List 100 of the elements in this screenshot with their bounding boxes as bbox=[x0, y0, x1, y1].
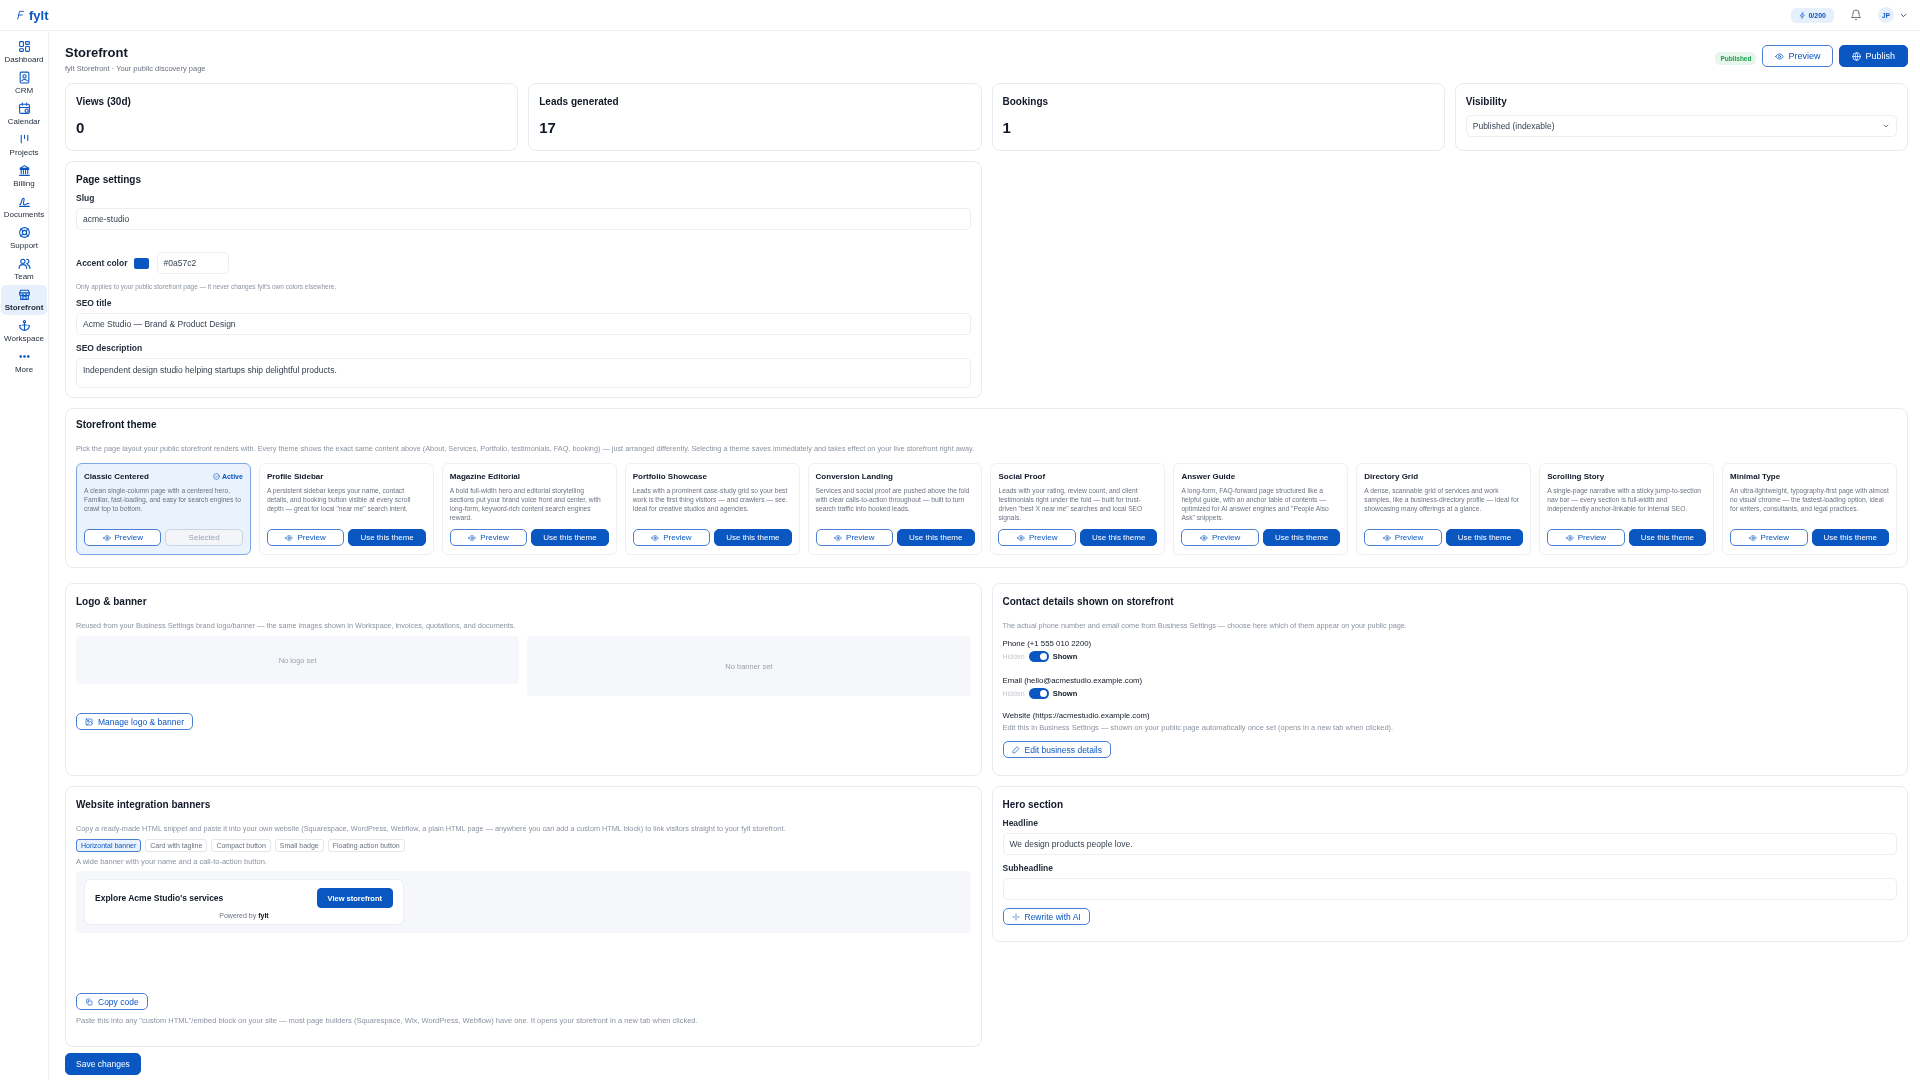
text-field[interactable]: Acme Studio — Brand & Product Design bbox=[76, 313, 971, 335]
eye-icon bbox=[1382, 533, 1391, 542]
logo[interactable]: fylt bbox=[15, 7, 49, 23]
banner-heading: Explore Acme Studio's services bbox=[95, 893, 224, 903]
notifications-button[interactable] bbox=[1850, 9, 1862, 21]
eye-icon bbox=[102, 533, 111, 542]
preview-button[interactable]: Preview bbox=[998, 529, 1076, 546]
eye-icon bbox=[1748, 533, 1757, 542]
preview-button[interactable]: Preview bbox=[84, 529, 162, 546]
use-theme-button[interactable]: Use this theme bbox=[1262, 529, 1341, 546]
manage-logo-button[interactable]: Manage logo & banner bbox=[76, 713, 193, 730]
preview-button[interactable]: Preview bbox=[1730, 529, 1808, 546]
sidebar-item[interactable]: Dashboard bbox=[1, 37, 47, 67]
stat-value: 17 bbox=[539, 119, 557, 136]
image-icon bbox=[85, 717, 93, 726]
save-changes-button[interactable]: Save changes bbox=[65, 1053, 141, 1075]
pencil-icon bbox=[1011, 745, 1020, 754]
use-theme-button[interactable]: Use this theme bbox=[1811, 529, 1889, 546]
anchor-icon bbox=[17, 319, 31, 332]
preview-button[interactable]: Preview bbox=[632, 529, 711, 546]
copy-code-button[interactable]: Copy code bbox=[76, 993, 148, 1010]
eye-icon bbox=[651, 533, 660, 542]
theme-name: Profile Sidebar bbox=[266, 472, 324, 481]
preview-button[interactable]: Preview bbox=[1181, 529, 1259, 546]
eye-icon bbox=[468, 533, 477, 542]
preview-button[interactable]: Preview bbox=[1547, 529, 1625, 546]
store-icon bbox=[17, 288, 31, 301]
sidebar-item[interactable]: Support bbox=[1, 223, 47, 253]
bank-icon bbox=[17, 164, 31, 177]
page-title: Storefront bbox=[65, 45, 129, 60]
theme-name: Classic Centered bbox=[84, 472, 149, 481]
bell-icon bbox=[1850, 9, 1862, 21]
theme-name: Answer Guide bbox=[1181, 472, 1236, 481]
eye-icon bbox=[285, 533, 294, 542]
theme-name: Social Proof bbox=[998, 472, 1046, 481]
preview-button[interactable]: Preview bbox=[815, 529, 894, 546]
preview-button[interactable]: Preview bbox=[1364, 529, 1442, 546]
card-title: Hero section bbox=[1002, 799, 1065, 810]
sidebar-item[interactable]: Calendar bbox=[1, 99, 47, 129]
stat-value: 0 bbox=[76, 119, 86, 136]
use-theme-button[interactable]: Use this theme bbox=[1079, 529, 1158, 546]
edit-business-button[interactable]: Edit business details bbox=[1002, 741, 1111, 758]
stat-label: Views (30d) bbox=[76, 96, 132, 107]
sidebar-item[interactable]: Team bbox=[1, 254, 47, 284]
stat-value: 1 bbox=[1002, 119, 1012, 136]
theme-name: Conversion Landing bbox=[815, 472, 893, 481]
toggle-switch[interactable] bbox=[1028, 688, 1049, 699]
field-label: Slug bbox=[76, 193, 96, 203]
sidebar-item[interactable]: Storefront bbox=[1, 285, 47, 315]
lifebuoy-icon bbox=[17, 226, 31, 239]
sidebar-item[interactable]: Documents bbox=[1, 192, 47, 222]
logo-icon bbox=[15, 9, 26, 21]
sidebar-item[interactable]: More bbox=[1, 347, 47, 377]
check-circle-icon bbox=[212, 473, 220, 480]
preview-button[interactable]: Preview bbox=[449, 529, 528, 546]
preview-button[interactable]: Preview bbox=[1762, 45, 1834, 67]
text-field[interactable]: Independent design studio helping startups ship delightful products. bbox=[76, 358, 971, 388]
eye-icon bbox=[834, 533, 843, 542]
sidebar-item[interactable]: Workspace bbox=[1, 316, 47, 346]
eye-icon bbox=[1565, 533, 1574, 542]
bolt-icon bbox=[1799, 11, 1807, 19]
sparkle-icon bbox=[1011, 912, 1020, 921]
chevron-down-icon bbox=[1882, 122, 1890, 130]
people-icon bbox=[17, 257, 31, 270]
use-theme-button[interactable]: Use this theme bbox=[348, 529, 426, 546]
theme-name: Minimal Type bbox=[1730, 472, 1781, 481]
use-theme-button[interactable]: Use this theme bbox=[1628, 529, 1707, 546]
text-field[interactable]: acme-studio bbox=[76, 208, 971, 230]
selected-button: Selected bbox=[165, 529, 243, 546]
use-theme-button[interactable]: Use this theme bbox=[714, 529, 792, 546]
theme-name: Portfolio Showcase bbox=[632, 472, 707, 481]
theme-name: Magazine Editorial bbox=[449, 472, 521, 481]
visibility-label: Visibility bbox=[1465, 96, 1508, 107]
sidebar-item[interactable]: CRM bbox=[1, 68, 47, 98]
field-label: Accent color bbox=[76, 258, 128, 268]
sidebar-item[interactable]: Billing bbox=[1, 161, 47, 191]
copy-icon bbox=[85, 997, 93, 1006]
publish-button[interactable]: Publish bbox=[1839, 45, 1908, 67]
use-theme-button[interactable]: Use this theme bbox=[531, 529, 609, 546]
toggle-switch[interactable] bbox=[1028, 651, 1049, 662]
eye-icon bbox=[1017, 533, 1025, 542]
app-name: fylt bbox=[29, 7, 49, 23]
theme-name: Directory Grid bbox=[1364, 472, 1419, 481]
sidebar-item[interactable]: Projects bbox=[1, 130, 47, 160]
preview-button[interactable]: Preview bbox=[266, 529, 345, 546]
field-label: SEO title bbox=[76, 298, 113, 308]
use-theme-button[interactable]: Use this theme bbox=[1445, 529, 1524, 546]
signature-icon bbox=[17, 195, 31, 208]
color-swatch[interactable] bbox=[133, 257, 149, 269]
card-title: Logo & banner bbox=[76, 596, 148, 607]
card-title: Website integration banners bbox=[76, 799, 212, 810]
card-title: Contact details shown on storefront bbox=[1002, 596, 1175, 607]
dashboard-icon bbox=[17, 40, 31, 53]
stat-label: Bookings bbox=[1002, 96, 1050, 107]
stat-label: Leads generated bbox=[539, 96, 620, 107]
visibility-select[interactable]: Published (indexable) bbox=[1465, 115, 1897, 137]
rewrite-ai-button[interactable]: Rewrite with AI bbox=[1002, 908, 1090, 925]
use-theme-button[interactable]: Use this theme bbox=[897, 529, 975, 546]
text-field[interactable]: We design products people love. bbox=[1002, 833, 1897, 855]
hex-field[interactable]: #0a57c2 bbox=[156, 252, 229, 274]
